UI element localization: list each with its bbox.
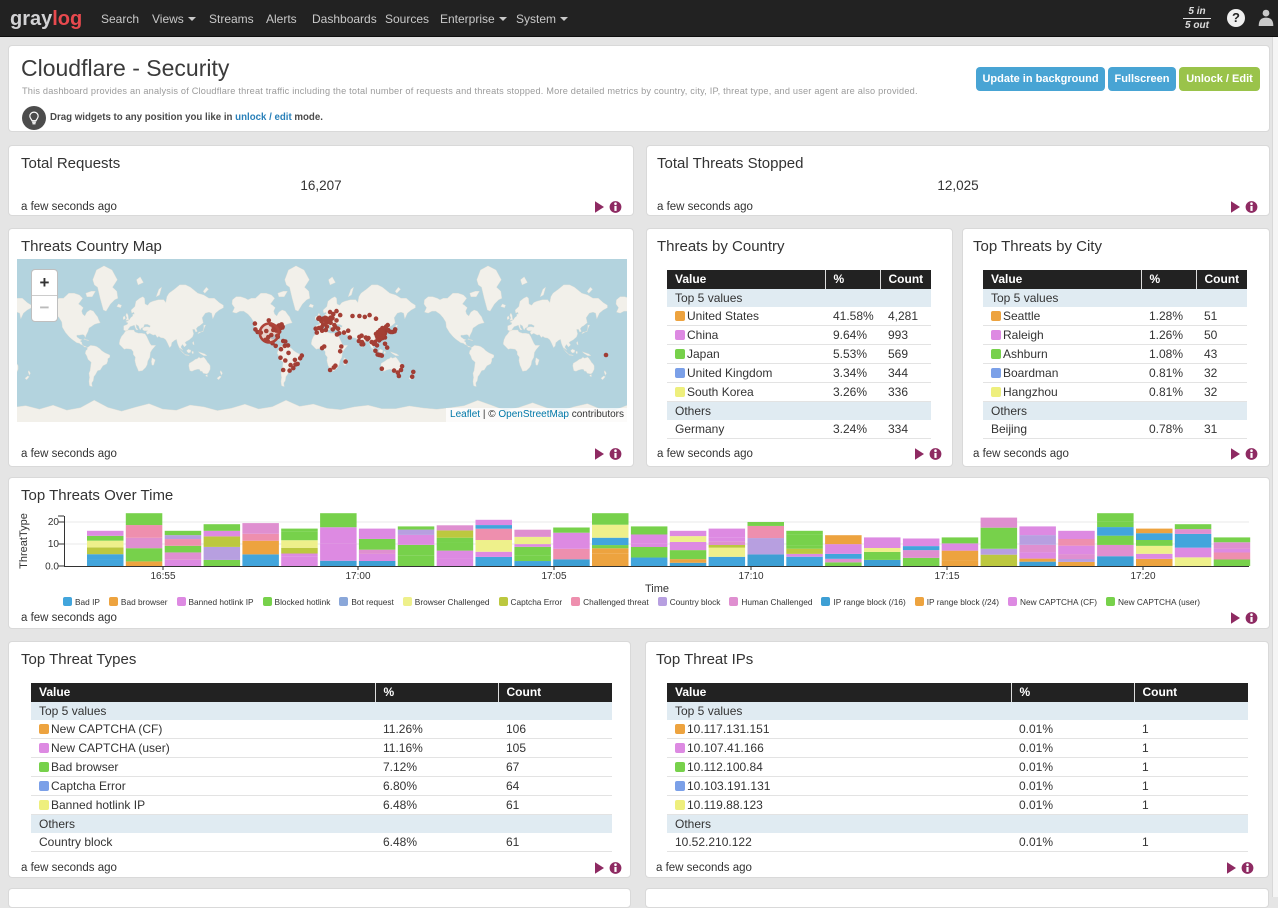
svg-text:17:00: 17:00 xyxy=(345,571,370,582)
svg-text:16:55: 16:55 xyxy=(150,571,175,582)
svg-text:17:05: 17:05 xyxy=(541,571,566,582)
svg-text:20: 20 xyxy=(48,517,60,528)
svg-text:17:10: 17:10 xyxy=(738,571,763,582)
svg-text:17:20: 17:20 xyxy=(1130,571,1155,582)
svg-text:0.0: 0.0 xyxy=(45,562,59,573)
svg-text:10: 10 xyxy=(48,539,60,550)
svg-text:ThreatType: ThreatType xyxy=(18,513,30,569)
svg-text:Time: Time xyxy=(645,583,669,595)
svg-text:17:15: 17:15 xyxy=(934,571,959,582)
